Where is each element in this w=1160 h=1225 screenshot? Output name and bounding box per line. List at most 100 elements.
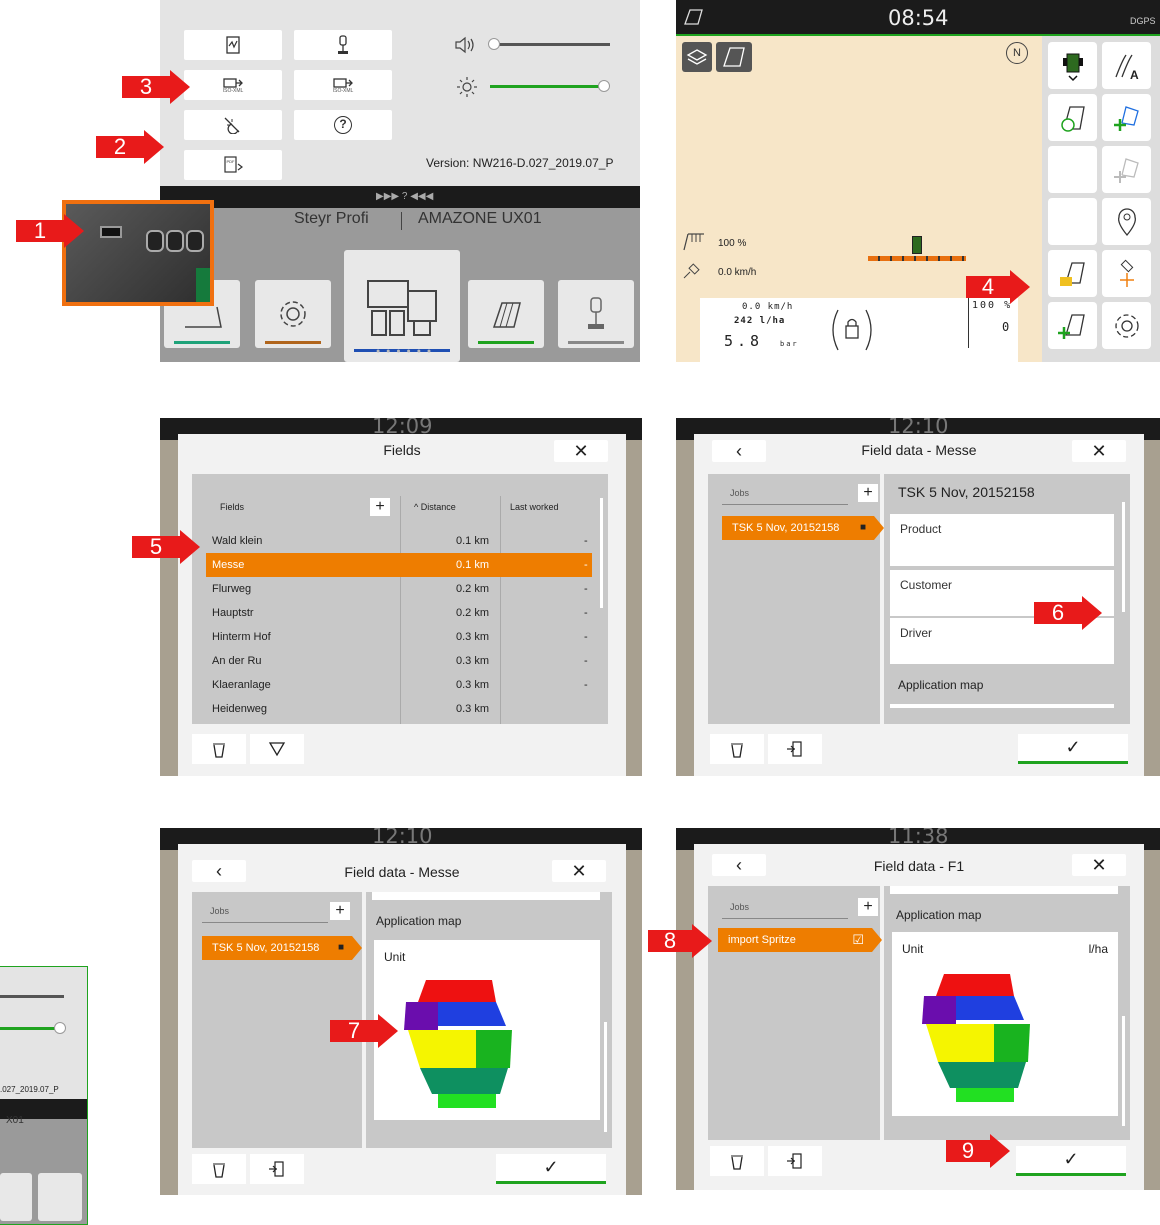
fields-scrollbar[interactable] <box>600 498 603 608</box>
job-checkbox-icon[interactable]: ☑ <box>852 928 864 952</box>
add-job-button[interactable]: + <box>858 484 878 502</box>
page-dots: ● ● ● ● ● ● <box>376 348 434 355</box>
field-last-worked: - <box>584 655 588 667</box>
dgps-label: DGPS <box>1130 16 1156 26</box>
jobs-label-3: Jobs <box>730 902 750 912</box>
field-folder-icon <box>1059 261 1085 286</box>
volume-slider[interactable] <box>490 43 610 46</box>
job-square-icon-2: ■ <box>337 942 344 953</box>
filter-icon <box>268 742 286 757</box>
iso-xml-import-button[interactable]: ISO-XML <box>184 70 282 100</box>
new-field-button[interactable] <box>1048 302 1097 349</box>
product-card[interactable]: Product <box>890 514 1114 566</box>
gauge-lock <box>824 304 880 356</box>
table-row[interactable]: Hauptstr 0.2 km - <box>206 601 592 625</box>
report-icon <box>226 36 240 54</box>
pdf-export-button[interactable]: PDF <box>184 150 282 180</box>
iso-xml-export-button[interactable]: ISO-XML <box>294 70 392 100</box>
lock-icon <box>832 309 872 351</box>
table-row[interactable]: Wald klein 0.1 km - <box>206 529 592 553</box>
prev-card-edge <box>372 892 600 900</box>
guidance-ab-button[interactable]: A <box>1102 42 1151 89</box>
close-button[interactable]: ✕ <box>554 440 608 462</box>
jobs-pane: Jobs + TSK 5 Nov, 20152158 ■ <box>708 474 884 724</box>
import-job-button-2[interactable] <box>250 1154 304 1184</box>
empty-slot-button-2[interactable] <box>1048 198 1097 245</box>
tile-machine[interactable] <box>344 250 460 362</box>
table-row[interactable]: An der Ru 0.3 km - <box>206 649 592 673</box>
map-settings-button[interactable] <box>1102 302 1151 349</box>
map-layers-button[interactable] <box>682 42 712 72</box>
filter-button[interactable] <box>250 734 304 764</box>
add-job-button-2[interactable]: + <box>330 902 350 920</box>
field-distance: 0.3 km <box>456 631 490 643</box>
section-control-button[interactable] <box>1048 94 1097 141</box>
app-map-label-3: Application map <box>896 908 982 922</box>
close-button-3[interactable]: ✕ <box>552 860 606 882</box>
table-row[interactable]: Messe 0.1 km - <box>206 553 592 577</box>
add-job-button-3[interactable]: + <box>858 898 878 916</box>
delete-job-button[interactable] <box>710 734 764 764</box>
boundary-add-disabled-button[interactable] <box>1102 146 1151 193</box>
job-item[interactable]: TSK 5 Nov, 20152158 ■ <box>722 516 884 540</box>
arrow-head-icon <box>1010 270 1030 304</box>
jobs-pane-3: Jobs + import Spritze ☑ <box>708 886 882 1140</box>
confirm-button-2[interactable]: ✓ <box>496 1154 606 1184</box>
add-field-button[interactable]: + <box>370 498 390 516</box>
col-last-worked[interactable]: Last worked <box>510 502 559 512</box>
close-button-4[interactable]: ✕ <box>1072 854 1126 876</box>
tile-joystick[interactable] <box>558 280 634 348</box>
poi-button[interactable] <box>1102 198 1151 245</box>
col-distance[interactable]: ^ Distance <box>414 502 456 512</box>
table-row[interactable]: Flurweg 0.2 km - <box>206 577 592 601</box>
table-row[interactable]: Heidenweg 0.3 km <box>206 697 592 721</box>
delete-job-button-2[interactable] <box>192 1154 246 1184</box>
field-auto-icon <box>1060 105 1085 132</box>
table-row[interactable]: Klaeranlage 0.3 km - <box>206 673 592 697</box>
tile-settings[interactable] <box>255 280 331 348</box>
field-data-button[interactable] <box>1048 250 1097 297</box>
map-field-button[interactable] <box>716 42 752 72</box>
job-item-2[interactable]: TSK 5 Nov, 20152158 ■ <box>202 936 362 960</box>
delete-job-button-3[interactable] <box>710 1146 764 1176</box>
gps-move-icon <box>1119 259 1134 287</box>
field-last-worked: - <box>584 559 588 571</box>
fields-list[interactable]: Fields + ^ Distance Last worked Wald kle… <box>192 474 608 724</box>
gps-position-button[interactable] <box>1102 250 1151 297</box>
tractor-setup-button[interactable] <box>1048 42 1097 89</box>
delete-field-button[interactable] <box>192 734 246 764</box>
close-button-2[interactable]: ✕ <box>1072 440 1126 462</box>
tile-bar-green <box>174 341 230 344</box>
trash-icon-4 <box>731 1155 743 1170</box>
arrow-head-icon <box>64 214 84 248</box>
table-row[interactable]: Hinterm Hof 0.3 km - <box>206 625 592 649</box>
day-night-button[interactable] <box>184 110 282 140</box>
location-pin-icon <box>1117 207 1136 236</box>
empty-slot-button[interactable] <box>1048 146 1097 193</box>
arrow-head-icon <box>180 530 200 564</box>
brightness-slider[interactable] <box>490 85 606 88</box>
app-map-scrollbar[interactable] <box>604 1022 607 1132</box>
import-job-button[interactable] <box>768 734 822 764</box>
job-name: TSK 5 Nov, 20152158 <box>732 522 840 534</box>
volume-knob[interactable] <box>488 38 500 50</box>
joystick-icon <box>338 35 348 54</box>
report-button[interactable] <box>184 30 282 60</box>
fragment-volume-slider <box>0 995 64 998</box>
confirm-button-3[interactable]: ✓ <box>1016 1146 1126 1176</box>
details-scrollbar[interactable] <box>1122 502 1125 612</box>
import-job-button-3[interactable] <box>768 1146 822 1176</box>
app-map-card[interactable]: Unit <box>374 940 600 1120</box>
f1-map-card[interactable]: Unit l/ha <box>892 932 1118 1116</box>
f1-scrollbar[interactable] <box>1122 1016 1125 1126</box>
confirm-button[interactable]: ✓ <box>1018 734 1128 764</box>
help-button[interactable]: ? <box>294 110 392 140</box>
job-item-3[interactable]: import Spritze ☑ <box>718 928 882 952</box>
tile-field[interactable] <box>468 280 544 348</box>
jobs-label: Jobs <box>730 488 750 498</box>
boundary-add-button[interactable] <box>1102 94 1151 141</box>
close-icon: ✕ <box>573 440 589 461</box>
brightness-knob[interactable] <box>598 80 610 92</box>
driver-label: Driver <box>900 626 932 640</box>
joystick-button[interactable] <box>294 30 392 60</box>
